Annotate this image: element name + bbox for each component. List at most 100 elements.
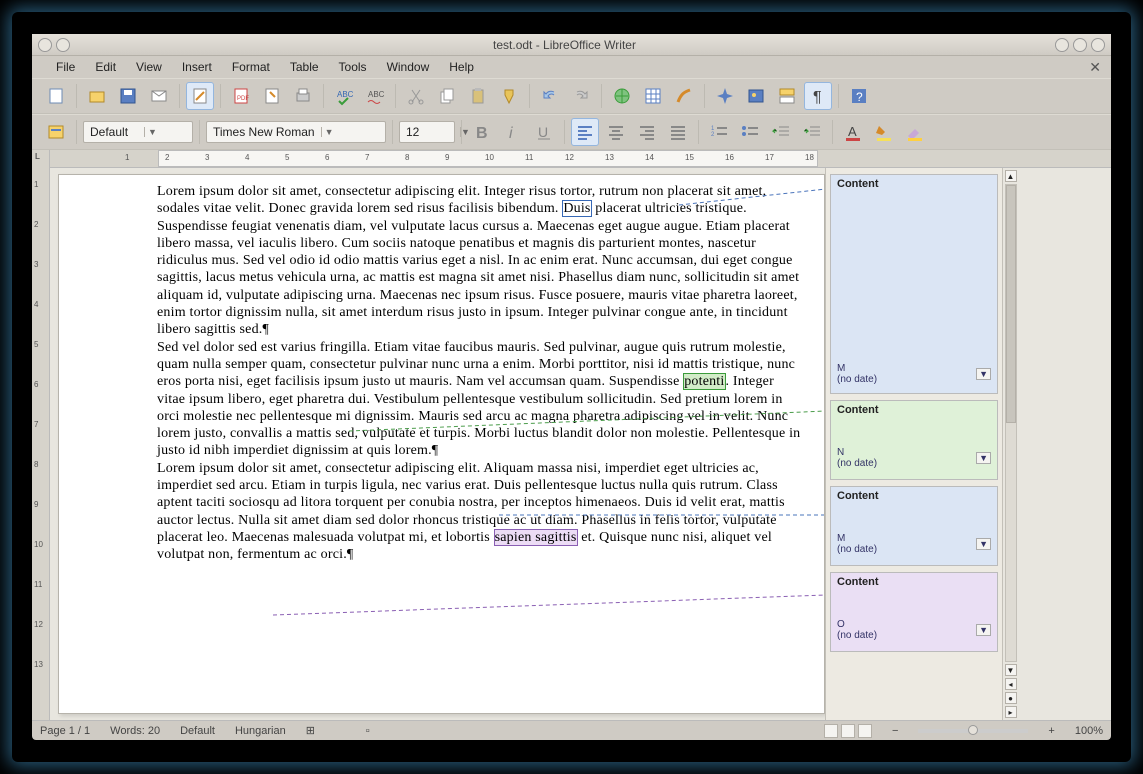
status-language[interactable]: Hungarian [235, 725, 286, 737]
page-text[interactable]: Lorem ipsum dolor sit amet, consectetur … [157, 183, 801, 564]
zoom-in-button[interactable]: + [1048, 725, 1054, 737]
nonprinting-chars-button[interactable]: ¶ [804, 82, 832, 110]
status-words[interactable]: Words: 20 [110, 725, 160, 737]
hyperlink-button[interactable] [608, 82, 636, 110]
scroll-down-button[interactable]: ▼ [1005, 664, 1017, 676]
scroll-thumb[interactable] [1006, 185, 1016, 423]
comment-menu-button[interactable]: ▼ [976, 624, 991, 636]
status-page[interactable]: Page 1 / 1 [40, 725, 90, 737]
menu-format[interactable]: Format [224, 58, 278, 76]
comment-menu-button[interactable]: ▼ [976, 368, 991, 380]
window-menu-icon[interactable] [38, 38, 52, 52]
menu-insert[interactable]: Insert [174, 58, 220, 76]
status-style[interactable]: Default [180, 725, 215, 737]
horizontal-ruler[interactable]: 123456789101112131415161718 [50, 150, 1111, 168]
font-size-select[interactable]: 12▼ [399, 121, 455, 143]
navigator-button[interactable] [711, 82, 739, 110]
menu-table[interactable]: Table [282, 58, 327, 76]
nav-object-button[interactable]: ● [1005, 692, 1017, 704]
multi-page-icon[interactable] [841, 724, 855, 738]
zoom-thumb[interactable] [968, 725, 978, 735]
copy-button[interactable] [433, 82, 461, 110]
menu-edit[interactable]: Edit [87, 58, 124, 76]
drawing-button[interactable] [670, 82, 698, 110]
edit-mode-button[interactable] [186, 82, 214, 110]
status-selection-mode[interactable]: ▫ [366, 725, 370, 737]
comment-card[interactable]: Content M(no date)▼ [830, 174, 998, 394]
highlight-button[interactable] [870, 118, 898, 146]
styles-button[interactable] [42, 118, 70, 146]
format-paintbrush-button[interactable] [495, 82, 523, 110]
zoom-slider[interactable] [918, 729, 1028, 733]
next-page-button[interactable]: ▸ [1005, 706, 1017, 718]
bold-button[interactable]: B [468, 118, 496, 146]
align-center-button[interactable] [602, 118, 630, 146]
open-button[interactable] [83, 82, 111, 110]
italic-button[interactable]: i [499, 118, 527, 146]
status-insert-mode[interactable]: ⊞ [306, 724, 346, 737]
paste-button[interactable] [464, 82, 492, 110]
paragraph-style-select[interactable]: Default▼ [83, 121, 193, 143]
print-button[interactable] [289, 82, 317, 110]
prev-page-button[interactable]: ◂ [1005, 678, 1017, 690]
comment-anchor-1[interactable]: Duis [562, 200, 591, 217]
comment-card[interactable]: Content O(no date)▼ [830, 572, 998, 652]
comment-card[interactable]: Content M(no date)▼ [830, 486, 998, 566]
vertical-scrollbar[interactable]: ▲ ▼ ◂ ● ▸ [1002, 168, 1018, 720]
help-button[interactable]: ? [845, 82, 873, 110]
menu-file[interactable]: File [48, 58, 83, 76]
background-color-button[interactable] [901, 118, 929, 146]
font-color-button[interactable]: A [839, 118, 867, 146]
document-scroll-area[interactable]: Lorem ipsum dolor sit amet, consectetur … [50, 168, 1111, 720]
new-doc-button[interactable] [42, 82, 70, 110]
window-pin-icon[interactable] [56, 38, 70, 52]
zoom-percent[interactable]: 100% [1075, 725, 1103, 737]
align-right-button[interactable] [633, 118, 661, 146]
close-document-button[interactable]: ✕ [1085, 59, 1105, 76]
menu-view[interactable]: View [128, 58, 170, 76]
vertical-ruler[interactable]: L 12345678910111213 [32, 150, 50, 720]
document-view: 123456789101112131415161718 Lorem ipsum … [50, 150, 1111, 720]
align-justify-button[interactable] [664, 118, 692, 146]
underline-button[interactable]: U [530, 118, 558, 146]
undo-button[interactable] [536, 82, 564, 110]
comment-anchor-2[interactable]: potenti [683, 373, 725, 390]
spellcheck-button[interactable]: ABC [330, 82, 358, 110]
increase-indent-button[interactable] [798, 118, 826, 146]
book-view-icon[interactable] [858, 724, 872, 738]
minimize-button[interactable] [1055, 38, 1069, 52]
email-button[interactable] [145, 82, 173, 110]
close-window-button[interactable] [1091, 38, 1105, 52]
auto-spellcheck-button[interactable]: ABC [361, 82, 389, 110]
comment-menu-button[interactable]: ▼ [976, 452, 991, 464]
menu-tools[interactable]: Tools [331, 58, 375, 76]
comment-body[interactable] [831, 419, 997, 447]
redo-button[interactable] [567, 82, 595, 110]
font-name-select[interactable]: Times New Roman▼ [206, 121, 386, 143]
scroll-up-button[interactable]: ▲ [1005, 170, 1017, 182]
align-left-button[interactable] [571, 118, 599, 146]
gallery-button[interactable] [742, 82, 770, 110]
bullet-list-button[interactable] [736, 118, 764, 146]
scroll-track[interactable] [1005, 184, 1017, 662]
menu-help[interactable]: Help [441, 58, 482, 76]
single-page-icon[interactable] [824, 724, 838, 738]
zoom-out-button[interactable]: − [892, 725, 898, 737]
comment-card[interactable]: Content N(no date)▼ [830, 400, 998, 480]
print-preview-button[interactable] [258, 82, 286, 110]
comment-body[interactable] [831, 193, 997, 363]
view-layout-buttons[interactable] [824, 724, 872, 738]
save-button[interactable] [114, 82, 142, 110]
comment-menu-button[interactable]: ▼ [976, 538, 991, 550]
comment-body[interactable] [831, 505, 997, 533]
comment-body[interactable] [831, 591, 997, 619]
table-button[interactable] [639, 82, 667, 110]
maximize-button[interactable] [1073, 38, 1087, 52]
menu-window[interactable]: Window [379, 58, 438, 76]
cut-button[interactable] [402, 82, 430, 110]
data-sources-button[interactable] [773, 82, 801, 110]
decrease-indent-button[interactable] [767, 118, 795, 146]
number-list-button[interactable]: 12 [705, 118, 733, 146]
export-pdf-button[interactable]: PDF [227, 82, 255, 110]
comment-anchor-4[interactable]: sapien sagittis [494, 529, 578, 546]
